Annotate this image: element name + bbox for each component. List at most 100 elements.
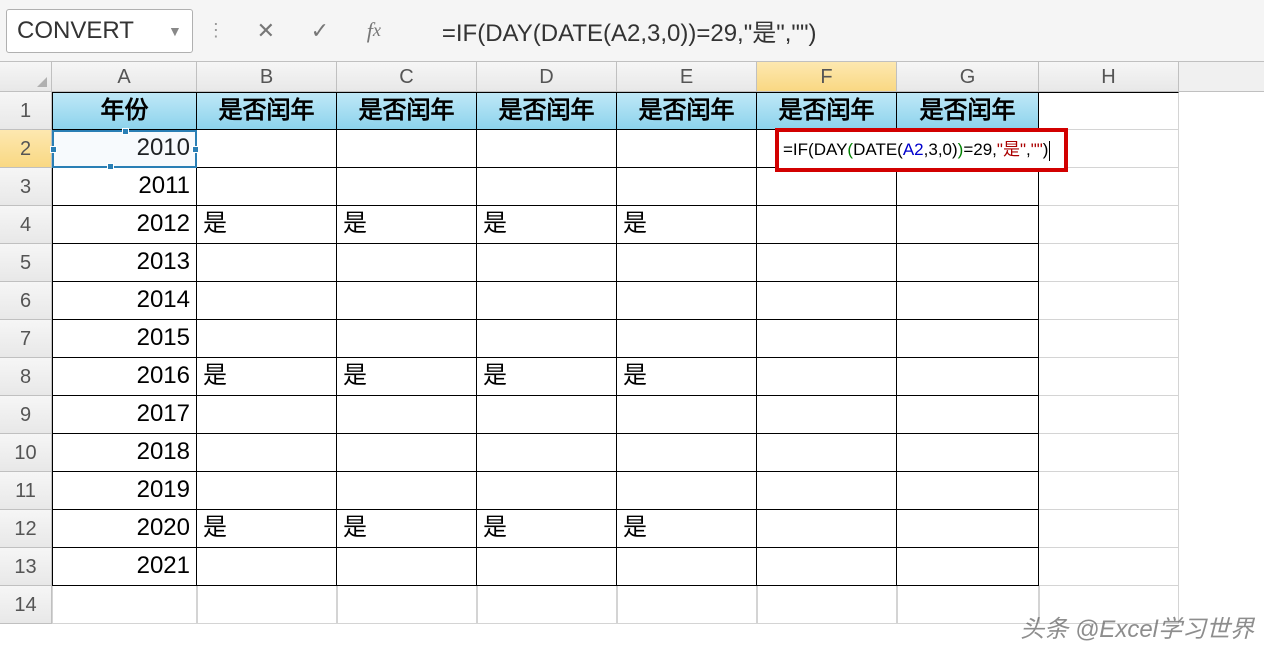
cell-G6[interactable]: [897, 282, 1039, 320]
col-header-H[interactable]: H: [1039, 62, 1179, 91]
cell-F8[interactable]: [757, 358, 897, 396]
cell-A12[interactable]: 2020: [52, 510, 197, 548]
cell-A7[interactable]: 2015: [52, 320, 197, 358]
cell-G14[interactable]: [897, 586, 1039, 624]
cell-C12[interactable]: 是: [337, 510, 477, 548]
cell-C8[interactable]: 是: [337, 358, 477, 396]
row-header-12[interactable]: 12: [0, 510, 52, 548]
cell-C5[interactable]: [337, 244, 477, 282]
formula-input[interactable]: =IF(DAY(DATE(A2,3,0))=29,"是",""): [426, 9, 1258, 53]
cell-D11[interactable]: [477, 472, 617, 510]
cell-F4[interactable]: [757, 206, 897, 244]
cell-G1[interactable]: 是否闰年: [897, 92, 1039, 130]
cell-G12[interactable]: [897, 510, 1039, 548]
cell-F14[interactable]: [757, 586, 897, 624]
cell-A3[interactable]: 2011: [52, 168, 197, 206]
cell-E7[interactable]: [617, 320, 757, 358]
row-header-8[interactable]: 8: [0, 358, 52, 396]
cell-E3[interactable]: [617, 168, 757, 206]
name-box[interactable]: ▼: [6, 9, 193, 53]
cell-B3[interactable]: [197, 168, 337, 206]
cell-C1[interactable]: 是否闰年: [337, 92, 477, 130]
cell-E11[interactable]: [617, 472, 757, 510]
cell-D1[interactable]: 是否闰年: [477, 92, 617, 130]
row-header-13[interactable]: 13: [0, 548, 52, 586]
cell-A9[interactable]: 2017: [52, 396, 197, 434]
cell-B13[interactable]: [197, 548, 337, 586]
row-header-3[interactable]: 3: [0, 168, 52, 206]
cell-F13[interactable]: [757, 548, 897, 586]
cell-G8[interactable]: [897, 358, 1039, 396]
cell-C3[interactable]: [337, 168, 477, 206]
cell-D8[interactable]: 是: [477, 358, 617, 396]
cell-D6[interactable]: [477, 282, 617, 320]
cell-H13[interactable]: [1039, 548, 1179, 586]
cell-F7[interactable]: [757, 320, 897, 358]
cell-E9[interactable]: [617, 396, 757, 434]
cell-F10[interactable]: [757, 434, 897, 472]
cell-B2[interactable]: [197, 130, 337, 168]
cell-C11[interactable]: [337, 472, 477, 510]
cell-B4[interactable]: 是: [197, 206, 337, 244]
cell-H10[interactable]: [1039, 434, 1179, 472]
cell-D12[interactable]: 是: [477, 510, 617, 548]
cell-B11[interactable]: [197, 472, 337, 510]
cell-H5[interactable]: [1039, 244, 1179, 282]
cell-C4[interactable]: 是: [337, 206, 477, 244]
fx-icon[interactable]: fx: [357, 14, 391, 48]
cell-A10[interactable]: 2018: [52, 434, 197, 472]
cell-F11[interactable]: [757, 472, 897, 510]
cell-B6[interactable]: [197, 282, 337, 320]
cell-E10[interactable]: [617, 434, 757, 472]
name-box-input[interactable]: [17, 17, 162, 45]
cell-D13[interactable]: [477, 548, 617, 586]
cell-E6[interactable]: [617, 282, 757, 320]
chevron-down-icon[interactable]: ▼: [168, 23, 182, 39]
cell-G7[interactable]: [897, 320, 1039, 358]
cell-A5[interactable]: 2013: [52, 244, 197, 282]
cell-G11[interactable]: [897, 472, 1039, 510]
cell-D10[interactable]: [477, 434, 617, 472]
cell-A6[interactable]: 2014: [52, 282, 197, 320]
row-header-6[interactable]: 6: [0, 282, 52, 320]
cell-G3[interactable]: [897, 168, 1039, 206]
cell-A1[interactable]: 年份: [52, 92, 197, 130]
row-header-11[interactable]: 11: [0, 472, 52, 510]
cell-C2[interactable]: [337, 130, 477, 168]
cell-H2[interactable]: [1039, 130, 1179, 168]
cell-E12[interactable]: 是: [617, 510, 757, 548]
cell-H9[interactable]: [1039, 396, 1179, 434]
cell-B9[interactable]: [197, 396, 337, 434]
cell-B7[interactable]: [197, 320, 337, 358]
row-header-1[interactable]: 1: [0, 92, 52, 130]
cell-E4[interactable]: 是: [617, 206, 757, 244]
cell-D7[interactable]: [477, 320, 617, 358]
cell-D14[interactable]: [477, 586, 617, 624]
cell-D4[interactable]: 是: [477, 206, 617, 244]
cell-B14[interactable]: [197, 586, 337, 624]
cell-G4[interactable]: [897, 206, 1039, 244]
cell-D5[interactable]: [477, 244, 617, 282]
col-header-A[interactable]: A: [52, 62, 197, 91]
cell-B12[interactable]: 是: [197, 510, 337, 548]
cell-E8[interactable]: 是: [617, 358, 757, 396]
cell-C7[interactable]: [337, 320, 477, 358]
row-header-5[interactable]: 5: [0, 244, 52, 282]
row-header-10[interactable]: 10: [0, 434, 52, 472]
cell-C14[interactable]: [337, 586, 477, 624]
cell-E14[interactable]: [617, 586, 757, 624]
cell-C13[interactable]: [337, 548, 477, 586]
cell-A2[interactable]: 2010: [52, 130, 197, 168]
row-header-14[interactable]: 14: [0, 586, 52, 624]
cell-F1[interactable]: 是否闰年: [757, 92, 897, 130]
col-header-D[interactable]: D: [477, 62, 617, 91]
cell-A8[interactable]: 2016: [52, 358, 197, 396]
cell-C10[interactable]: [337, 434, 477, 472]
col-header-C[interactable]: C: [337, 62, 477, 91]
cell-F2[interactable]: [757, 130, 897, 168]
cell-F9[interactable]: [757, 396, 897, 434]
cell-D9[interactable]: [477, 396, 617, 434]
cell-A11[interactable]: 2019: [52, 472, 197, 510]
cell-E5[interactable]: [617, 244, 757, 282]
row-header-7[interactable]: 7: [0, 320, 52, 358]
